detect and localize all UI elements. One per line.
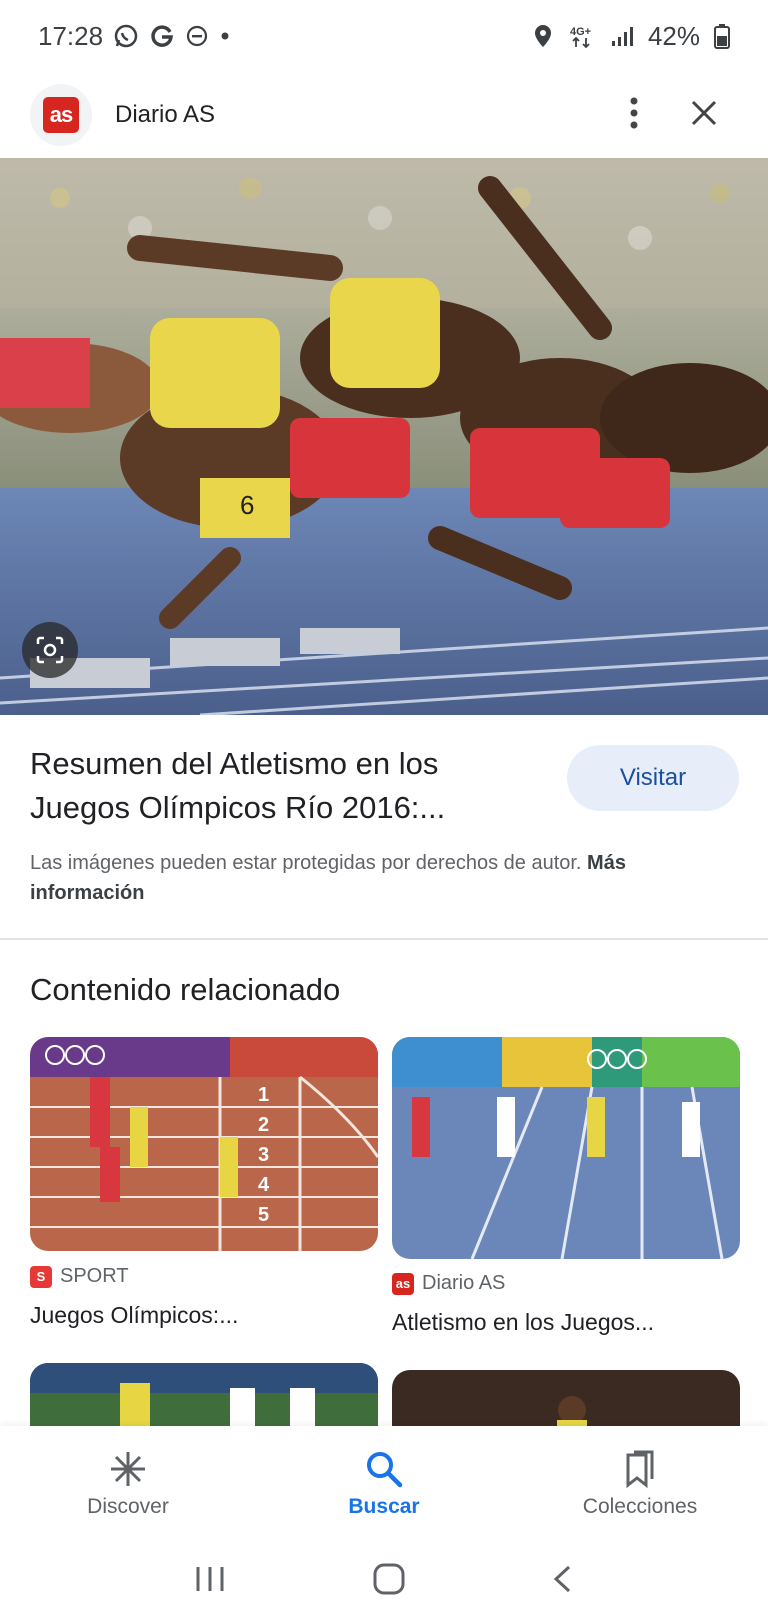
svg-text:4: 4 [258,1174,270,1196]
system-navigation-bar [0,1542,768,1621]
related-card-title[interactable]: Atletismo en los Juegos... [392,1309,654,1336]
nav-label: Buscar [348,1495,420,1518]
svg-text:5: 5 [258,1204,269,1226]
svg-text:1: 1 [258,1084,269,1106]
nav-label: Colecciones [582,1495,698,1518]
bottom-navigation: Discover Buscar Colecciones [0,1426,768,1542]
back-icon[interactable] [551,1564,575,1599]
source-name: SPORT [60,1265,129,1287]
nav-discover[interactable]: Discover [0,1426,256,1542]
race-runners-photo [392,1037,740,1259]
search-icon [367,1452,403,1488]
bookmarks-icon [626,1450,654,1489]
battery-icon [714,23,730,49]
site-logo[interactable]: as [30,84,92,146]
lens-icon [36,636,64,664]
source-name: Diario AS [422,1272,506,1294]
recent-apps-icon[interactable] [193,1564,227,1599]
nav-collections[interactable]: Colecciones [512,1426,768,1542]
network-type-icon: 4G+ [568,23,596,49]
related-card-image[interactable]: 1 2 3 4 5 [30,1037,378,1251]
related-card-image[interactable] [392,1037,740,1259]
notification-dot-icon [219,30,231,42]
result-title[interactable]: Resumen del Atletismo en los Juegos Olím… [30,742,510,830]
status-time: 17:28 [38,20,104,51]
related-card-source: S SPORT [30,1265,129,1288]
do-not-disturb-icon [185,24,209,48]
nav-search[interactable]: Buscar [256,1426,512,1542]
related-heading: Contenido relacionado [30,972,341,1007]
svg-text:4G+: 4G+ [570,26,591,38]
signal-icon [610,24,634,48]
race-finish-photo: 1 2 3 4 5 [30,1037,378,1251]
nav-label: Discover [87,1495,169,1518]
whatsapp-icon [113,23,139,49]
asterisk-icon [111,1452,145,1486]
visit-button[interactable]: Visitar [567,745,739,811]
svg-text:3: 3 [258,1144,269,1166]
battery-percent: 42% [647,20,700,51]
google-lens-button[interactable] [22,622,78,678]
google-icon [149,23,175,49]
sprinters-start-photo: 6 [0,158,768,715]
site-name: Diario AS [115,101,216,128]
more-options-icon[interactable] [628,96,640,135]
divider [0,938,768,940]
app-header: as Diario AS [0,72,768,158]
related-card-title[interactable]: Juegos Olímpicos:... [30,1302,238,1329]
close-icon[interactable] [690,99,718,132]
svg-text:6: 6 [240,490,254,520]
home-icon[interactable] [372,1562,406,1601]
sport-logo-icon: S [30,1265,52,1288]
location-icon [532,23,554,49]
as-logo-icon: as [392,1272,414,1295]
copyright-notice: Las imágenes pueden estar protegidas por… [30,848,730,908]
site-logo-mark: as [43,97,79,133]
main-image[interactable]: 6 [0,158,768,715]
svg-text:2: 2 [258,1114,269,1136]
status-bar: 17:28 4G+ 42% [0,0,768,72]
related-card-source: as Diario AS [392,1272,505,1295]
copyright-text: Las imágenes pueden estar protegidas por… [30,852,582,874]
